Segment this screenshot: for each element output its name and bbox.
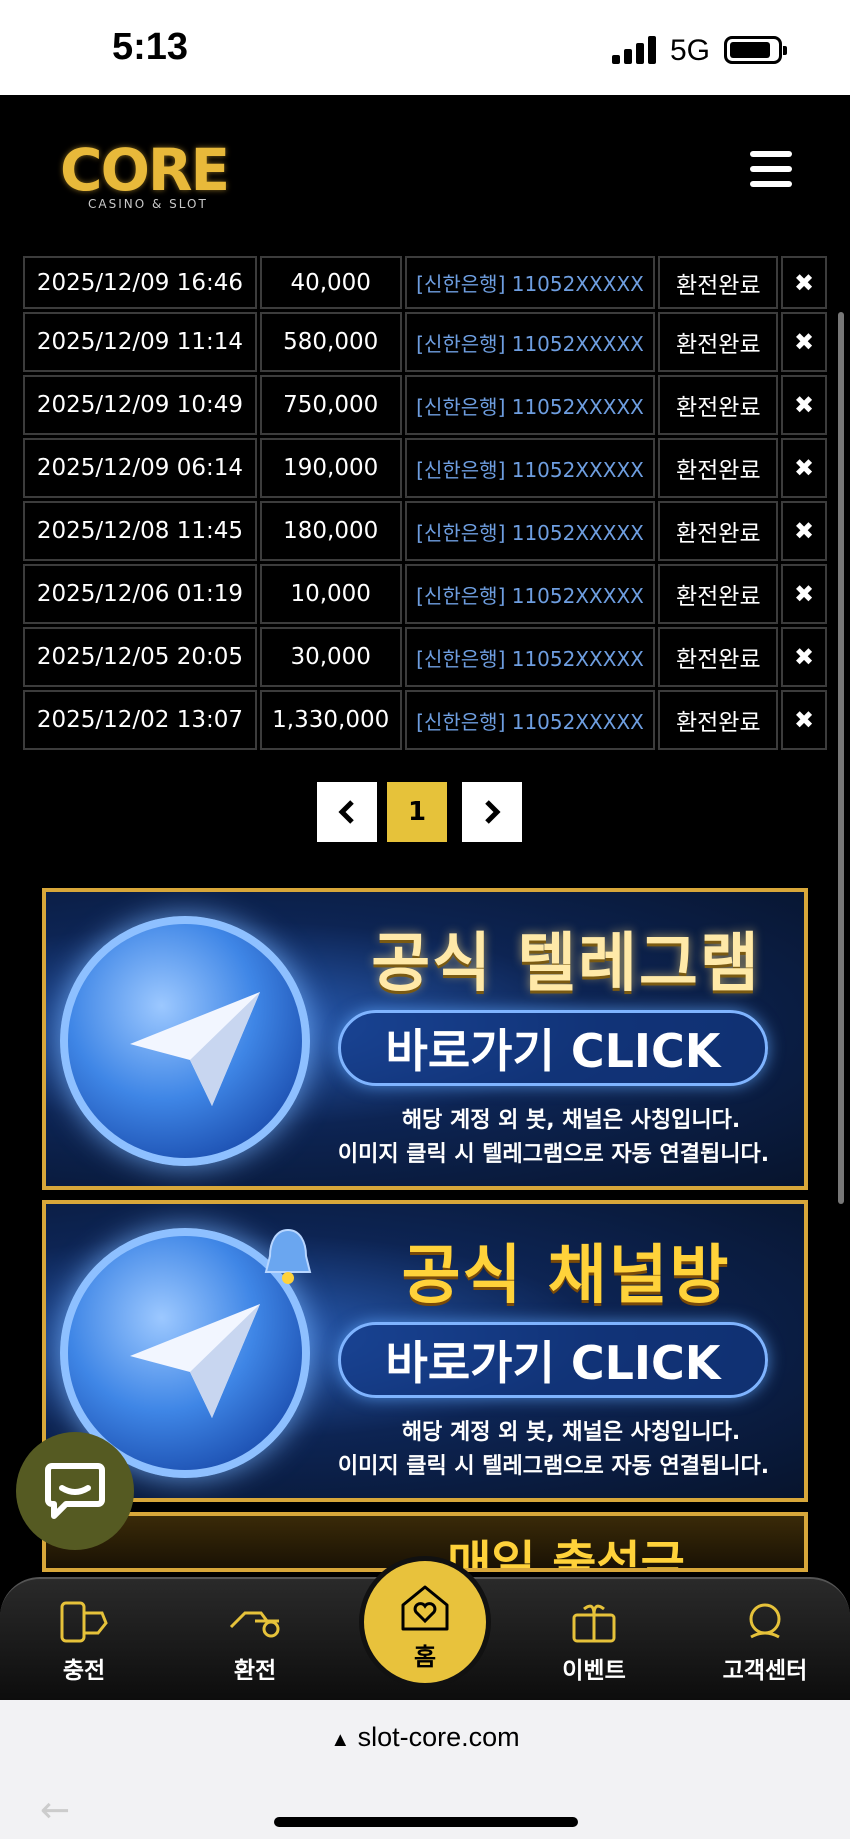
table-row: 2025/12/09 11:14 580,000 [신한은행] 11052XXXXX…	[23, 312, 827, 372]
row-date: 2025/12/06 01:19	[23, 564, 257, 624]
row-date: 2025/12/09 16:46	[23, 256, 257, 309]
row-status: 환전완료	[658, 438, 779, 498]
row-amount: 750,000	[259, 375, 402, 435]
warning-icon: ▲	[330, 1729, 351, 1751]
table-row: 2025/12/05 20:05 30,000 [신한은행] 11052XXXXX 환…	[23, 627, 827, 687]
row-account: [신한은행] 11052XXXXX	[404, 375, 656, 435]
table-row: 2025/12/02 13:07 1,330,000 [신한은행] 11052XXX…	[23, 690, 827, 750]
next-page-button[interactable]	[462, 782, 522, 842]
prev-page-button[interactable]	[317, 782, 377, 842]
row-amount: 30,000	[259, 627, 402, 687]
row-date: 2025/12/09 11:14	[23, 312, 257, 372]
banner-title: 공식 텔레그램	[371, 927, 761, 1001]
gift-icon	[572, 1604, 616, 1643]
nav-home[interactable]: 홈	[359, 1556, 491, 1688]
battery-icon	[724, 36, 787, 64]
table-row: 2025/12/09 06:14 190,000 [신한은행] 11052XXXXX…	[23, 438, 827, 498]
delete-icon[interactable]: ✖	[781, 564, 827, 624]
row-account: [신한은행] 11052XXXXX	[404, 690, 656, 750]
url-bar[interactable]: ▲ slot-core.com	[0, 1722, 850, 1753]
delete-icon[interactable]: ✖	[781, 438, 827, 498]
signal-icon	[612, 36, 658, 64]
row-status: 환전완료	[658, 690, 779, 750]
row-amount: 40,000	[259, 256, 402, 309]
nav-support[interactable]: 고객센터	[705, 1599, 825, 1685]
status-time: 5:13	[112, 26, 189, 68]
chevron-left-icon	[338, 800, 354, 824]
deposit-icon	[60, 1601, 108, 1643]
row-account: [신한은행] 11052XXXXX	[404, 312, 656, 372]
row-date: 2025/12/02 13:07	[23, 690, 257, 750]
banner-cta: 바로가기 CLICK	[338, 1010, 768, 1086]
telegram-icon	[60, 916, 310, 1166]
browser-bar: ▲ slot-core.com ←	[0, 1700, 850, 1839]
home-heart-icon	[401, 1585, 449, 1631]
row-account: [신한은행] 11052XXXXX	[404, 564, 656, 624]
headset-icon	[749, 1603, 781, 1639]
table-row: 2025/12/06 01:19 10,000 [신한은행] 11052XXXXX 환…	[23, 564, 827, 624]
chat-icon	[45, 1463, 105, 1519]
banner-note: 해당 계정 외 봇, 채널은 사칭입니다.	[401, 1420, 741, 1445]
row-account: [신한은행] 11052XXXXX	[404, 627, 656, 687]
row-date: 2025/12/08 11:45	[23, 501, 257, 561]
row-account: [신한은행] 11052XXXXX	[404, 256, 656, 309]
back-arrow-icon[interactable]: ←	[40, 1790, 70, 1831]
bell-icon	[264, 1228, 312, 1284]
logo[interactable]: CORE CASINO & SLOT	[60, 141, 240, 211]
telegram-banner[interactable]: 공식 텔레그램 바로가기 CLICK 해당 계정 외 봇, 채널은 사칭입니다.…	[42, 888, 808, 1190]
banner-note: 해당 계정 외 봇, 채널은 사칭입니다.	[401, 1108, 741, 1133]
nav-label: 홈	[413, 1643, 437, 1671]
telegram-channel-banner[interactable]: 공식 채널방 바로가기 CLICK 해당 계정 외 봇, 채널은 사칭입니다. …	[42, 1200, 808, 1502]
url-text: slot-core.com	[357, 1722, 520, 1752]
row-date: 2025/12/09 06:14	[23, 438, 257, 498]
row-status: 환전완료	[658, 627, 779, 687]
nav-event[interactable]: 이벤트	[534, 1599, 654, 1685]
row-amount: 190,000	[259, 438, 402, 498]
nav-label: 충전	[62, 1658, 106, 1684]
banner-note: 이미지 클릭 시 텔레그램으로 자동 연결됩니다.	[337, 1454, 770, 1479]
logo-text: CORE	[60, 136, 230, 204]
row-account: [신한은행] 11052XXXXX	[404, 501, 656, 561]
row-amount: 580,000	[259, 312, 402, 372]
row-date: 2025/12/09 10:49	[23, 375, 257, 435]
row-status: 환전완료	[658, 564, 779, 624]
banner-note: 이미지 클릭 시 텔레그램으로 자동 연결됩니다.	[337, 1142, 770, 1167]
home-indicator	[274, 1817, 578, 1827]
row-status: 환전완료	[658, 501, 779, 561]
nav-label: 환전	[233, 1658, 277, 1684]
delete-icon[interactable]: ✖	[781, 256, 827, 309]
row-status: 환전완료	[658, 256, 779, 309]
network-label: 5G	[670, 34, 711, 67]
table-row: 2025/12/08 11:45 180,000 [신한은행] 11052XXXXX…	[23, 501, 827, 561]
row-date: 2025/12/05 20:05	[23, 627, 257, 687]
delete-icon[interactable]: ✖	[781, 627, 827, 687]
nav-label: 이벤트	[562, 1658, 626, 1684]
delete-icon[interactable]: ✖	[781, 312, 827, 372]
site-header: CORE CASINO & SLOT	[0, 95, 850, 253]
chevron-right-icon	[485, 800, 501, 824]
status-bar: 5:13 5G	[0, 0, 850, 95]
row-amount: 1,330,000	[259, 690, 402, 750]
row-amount: 180,000	[259, 501, 402, 561]
nav-deposit[interactable]: 충전	[24, 1599, 144, 1685]
delete-icon[interactable]: ✖	[781, 375, 827, 435]
delete-icon[interactable]: ✖	[781, 690, 827, 750]
row-amount: 10,000	[259, 564, 402, 624]
banner-cta: 바로가기 CLICK	[338, 1322, 768, 1398]
table-row: 2025/12/09 16:46 40,000 [신한은행] 11052XXXXX 환…	[23, 256, 827, 309]
hamburger-icon[interactable]	[750, 151, 792, 187]
nav-label: 고객센터	[722, 1658, 808, 1684]
page-button-current[interactable]: 1	[387, 782, 447, 842]
table-row: 2025/12/09 10:49 750,000 [신한은행] 11052XXXXX…	[23, 375, 827, 435]
row-status: 환전완료	[658, 312, 779, 372]
chat-button[interactable]	[16, 1432, 134, 1550]
row-account: [신한은행] 11052XXXXX	[404, 438, 656, 498]
withdrawal-history-table: 2025/12/09 16:46 40,000 [신한은행] 11052XXXXX 환…	[20, 253, 830, 753]
scrollbar[interactable]	[838, 312, 844, 1204]
nav-withdraw[interactable]: 환전	[195, 1599, 315, 1685]
withdraw-icon	[229, 1611, 280, 1638]
banner-title: 공식 채널방	[401, 1239, 731, 1313]
delete-icon[interactable]: ✖	[781, 501, 827, 561]
row-status: 환전완료	[658, 375, 779, 435]
